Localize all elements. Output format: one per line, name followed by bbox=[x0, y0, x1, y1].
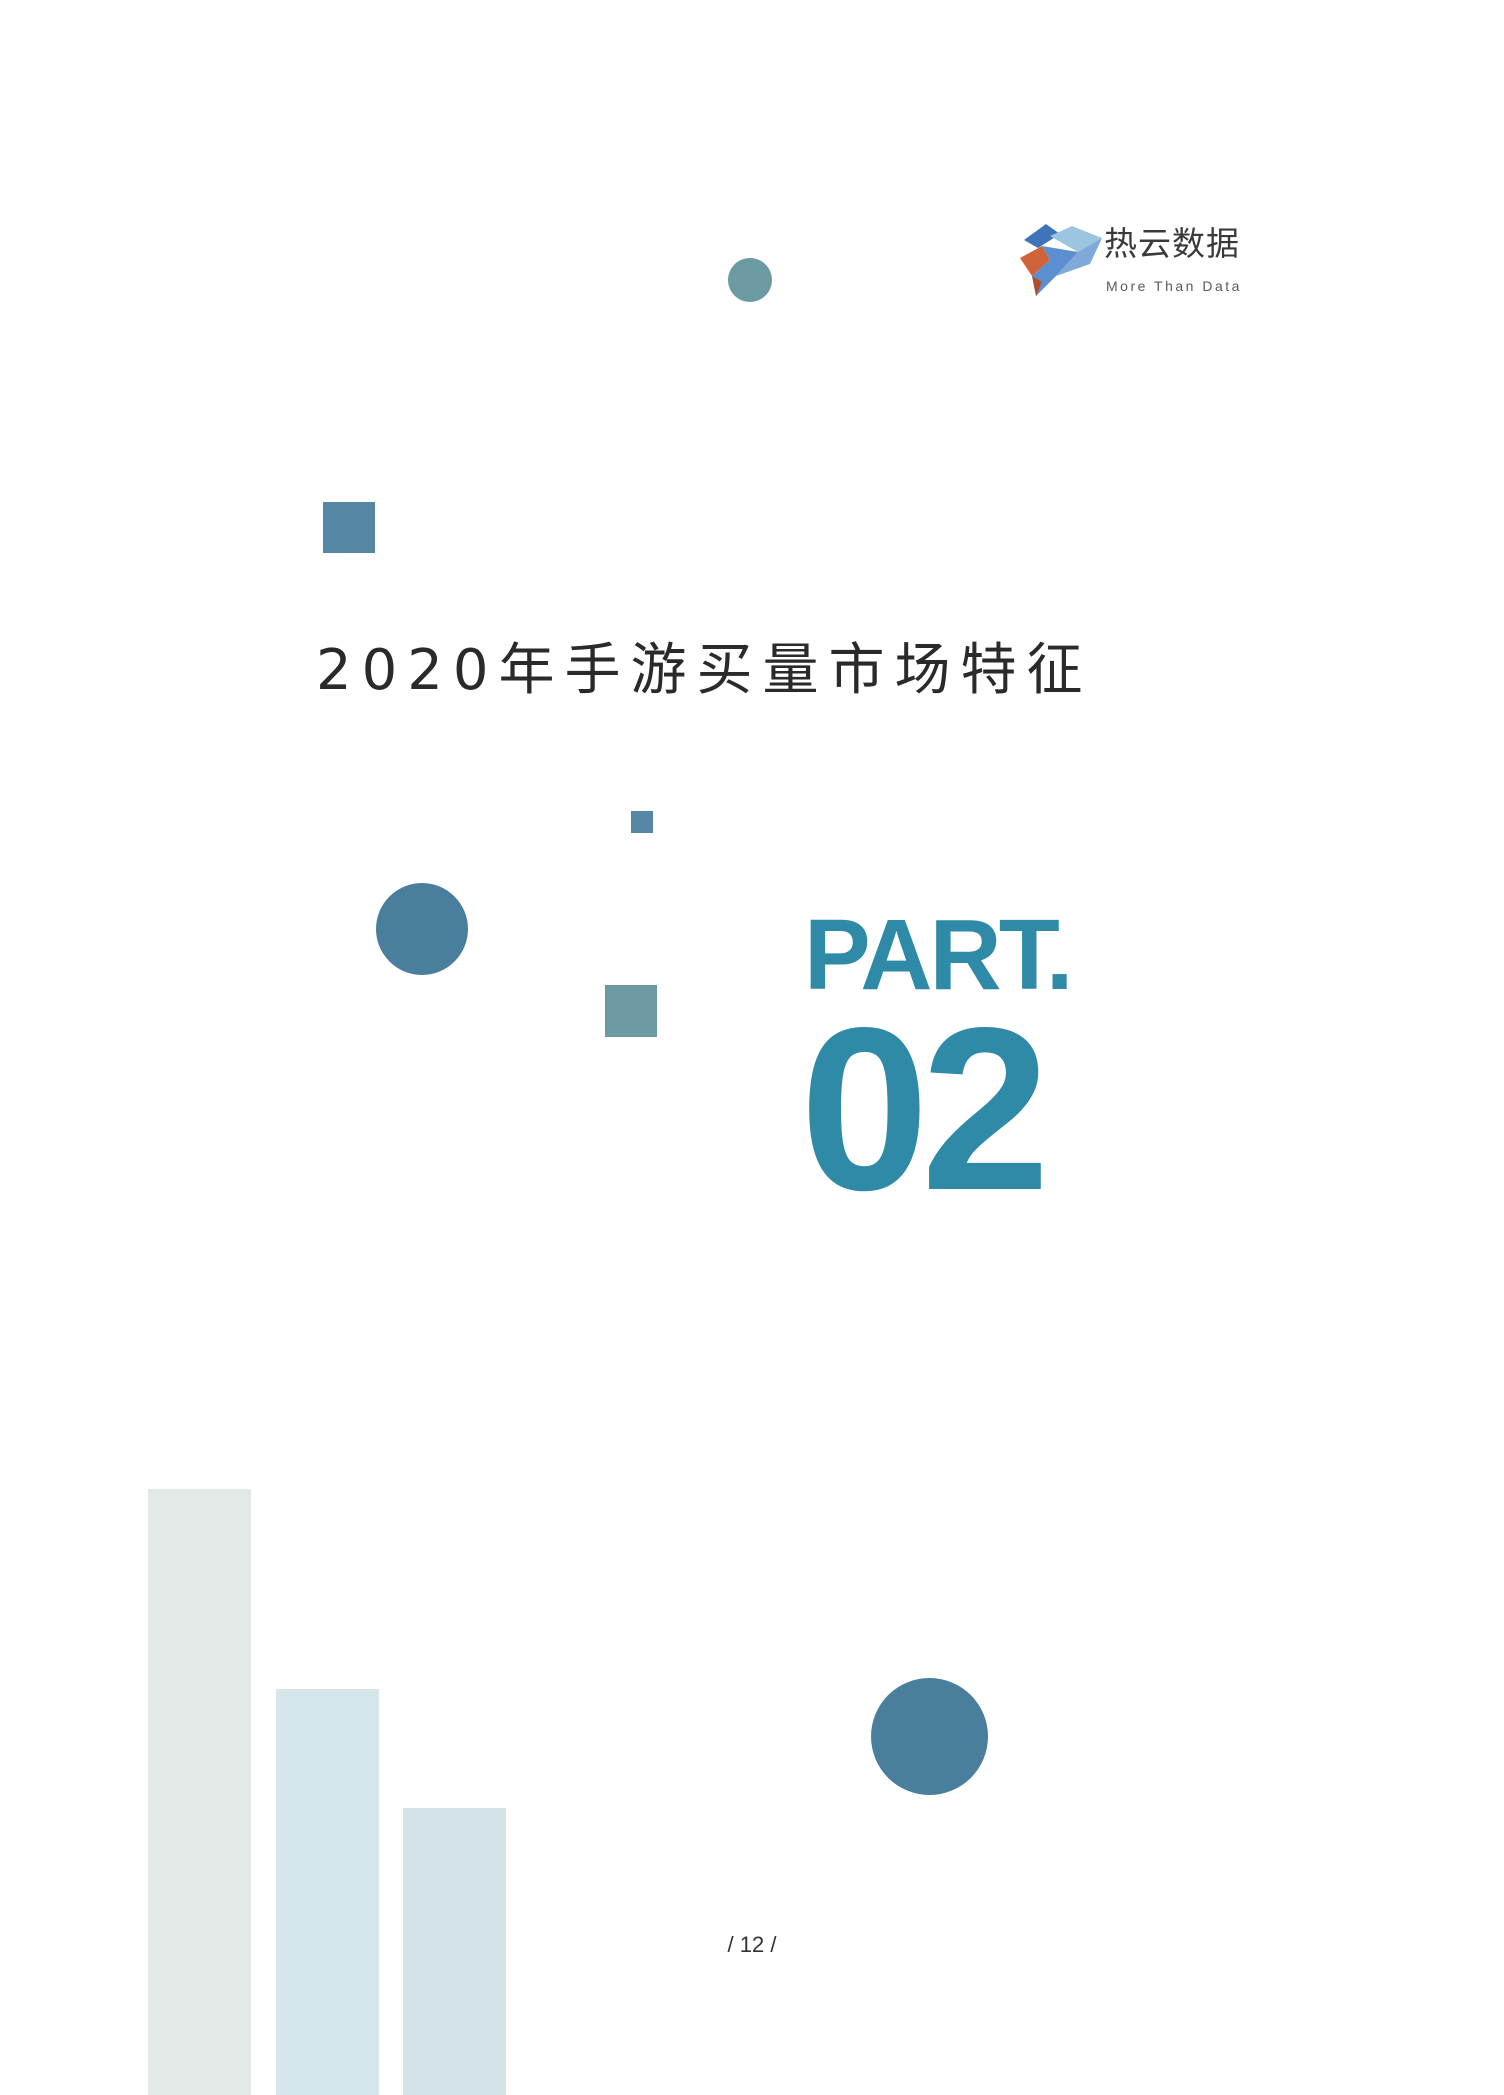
decorative-bar-short bbox=[403, 1808, 506, 2095]
decorative-circle-small bbox=[728, 258, 772, 302]
decorative-bar-medium bbox=[276, 1689, 379, 2095]
brand-logo: 热云数据 More Than Data bbox=[1020, 222, 1250, 302]
part-number: 02 bbox=[800, 980, 1050, 1239]
logo-name: 热云数据 bbox=[1104, 224, 1240, 263]
decorative-circle-medium bbox=[376, 883, 468, 975]
logo-mark-icon bbox=[1020, 224, 1102, 296]
section-title: 2020年手游买量市场特征 bbox=[316, 637, 1093, 703]
page-number: / 12 / bbox=[727, 1932, 777, 1957]
logo-tagline: More Than Data bbox=[1106, 278, 1242, 294]
decorative-circle-large bbox=[871, 1678, 988, 1795]
decorative-square-teal bbox=[605, 985, 657, 1037]
decorative-square-large bbox=[323, 502, 375, 553]
decorative-square-small bbox=[631, 811, 653, 833]
decorative-bar-tall bbox=[148, 1489, 251, 2095]
